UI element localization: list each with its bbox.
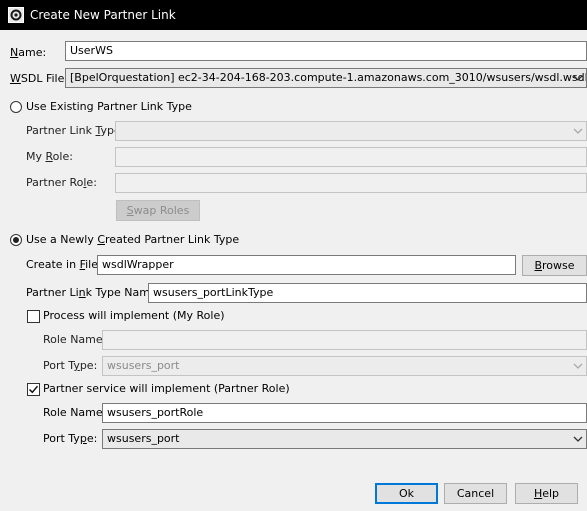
partner-port-type-value: wsusers_port [107, 432, 180, 445]
chevron-down-icon [573, 363, 583, 369]
chevron-down-icon [573, 75, 583, 81]
app-icon [8, 7, 24, 23]
chevron-down-icon [573, 436, 583, 442]
swap-roles-button[interactable]: Swap Roles [116, 200, 200, 221]
partner-role-label: Partner Role: [26, 176, 97, 189]
process-port-type-combo[interactable]: wsusers_port [102, 356, 587, 376]
use-existing-radio[interactable] [10, 101, 22, 113]
plt-name-field[interactable]: wsusers_portLinkType [148, 283, 587, 303]
name-label: Name: [10, 46, 47, 59]
use-new-label[interactable]: Use a Newly Created Partner Link Type [26, 233, 239, 247]
process-role-name-field[interactable] [102, 330, 587, 350]
partner-link-type-label: Partner Link Type: [26, 124, 125, 137]
radio-selected-dot [13, 237, 19, 243]
ok-button[interactable]: Ok [375, 483, 438, 504]
partner-port-type-combo[interactable]: wsusers_port [102, 429, 587, 449]
partner-role-name-field[interactable]: wsusers_portRole [102, 403, 587, 423]
checkmark-icon [28, 385, 39, 394]
window-title: Create New Partner Link [30, 8, 176, 22]
partner-role-field[interactable] [115, 173, 587, 193]
chevron-down-icon [573, 128, 583, 134]
partner-port-type-label: Port Type: [43, 432, 98, 445]
browse-button[interactable]: Browse [522, 255, 587, 276]
process-implement-checkbox[interactable] [27, 310, 40, 323]
my-role-field[interactable] [115, 147, 587, 167]
name-field[interactable]: UserWS [65, 41, 587, 61]
use-new-radio[interactable] [10, 234, 22, 246]
wsdl-file-combo[interactable]: [BpelOrquestation] ec2-34-204-168-203.co… [65, 68, 587, 88]
create-in-file-field[interactable]: wsdlWrapper [97, 255, 516, 275]
process-role-name-label: Role Name: [43, 333, 107, 346]
my-role-label: My Role: [26, 150, 73, 163]
wsdl-file-label: WSDL File: [10, 72, 69, 85]
process-implement-label[interactable]: Process will implement (My Role) [43, 309, 225, 323]
process-port-type-value: wsusers_port [107, 359, 180, 372]
partner-role-name-label: Role Name: [43, 406, 107, 419]
help-button[interactable]: Help [515, 483, 578, 504]
wsdl-file-value: [BpelOrquestation] ec2-34-204-168-203.co… [70, 71, 587, 84]
partner-implement-checkbox[interactable] [27, 383, 40, 396]
use-existing-label[interactable]: Use Existing Partner Link Type [26, 100, 192, 114]
partner-implement-label[interactable]: Partner service will implement (Partner … [43, 382, 290, 396]
title-bar[interactable]: Create New Partner Link [0, 0, 587, 30]
plt-name-label: Partner Link Type Name: [26, 286, 161, 299]
create-in-file-label: Create in File: [26, 258, 102, 271]
process-port-type-label: Port Type: [43, 359, 98, 372]
partner-link-type-combo[interactable] [115, 121, 587, 141]
cancel-button[interactable]: Cancel [444, 483, 507, 504]
